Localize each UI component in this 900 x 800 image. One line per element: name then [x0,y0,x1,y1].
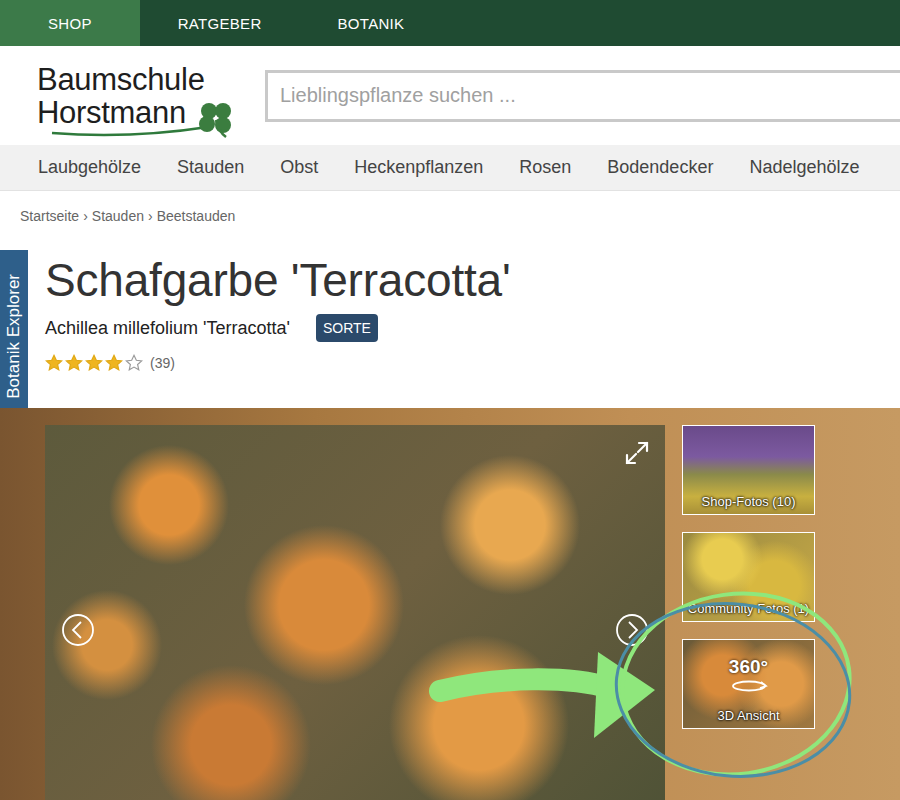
product-subtitle-row: Achillea millefolium 'Terracotta' SORTE [45,314,900,342]
thumbnail[interactable]: Shop-Fotos (10) [682,425,815,515]
previous-arrow-icon[interactable] [61,613,95,647]
top-nav-label[interactable]: BOTANIK [338,15,405,32]
thumbnail[interactable]: 360° 3D Ansicht [682,639,815,729]
search-input[interactable] [265,70,900,122]
view-360-badge[interactable]: 360° [683,656,814,693]
star-icon [45,354,63,372]
botanik-explorer-tab[interactable]: Botanik Explorer [0,250,28,422]
star-icon [65,354,83,372]
star-row[interactable] [45,354,143,372]
top-nav-tab[interactable]: RATGEBER [140,0,300,46]
view-360-text[interactable]: 360° [729,656,768,678]
product-header: Schafgarbe 'Terracotta' Achillea millefol… [0,245,900,408]
breadcrumb-separator: › [83,208,88,245]
star-icon [85,354,103,372]
breadcrumb-link[interactable]: Stauden [92,208,144,245]
breadcrumb-link[interactable]: Beetstauden [157,208,236,245]
category-link[interactable]: Laubgehölze [38,157,141,178]
rating[interactable]: (39) [45,354,900,372]
thumbnail-label[interactable]: 3D Ansicht [713,708,783,728]
top-nav-label[interactable]: SHOP [48,15,92,32]
rotate-icon [727,679,771,693]
category-link[interactable]: Nadelgehölze [749,157,859,178]
search-bar [265,70,900,122]
category-link[interactable]: Bodendecker [607,157,713,178]
logo[interactable]: BaumschuleHorstmann [0,63,265,129]
sorte-badge: SORTE [316,314,378,342]
star-icon [105,354,123,372]
logo-text[interactable]: Baumschule [37,63,265,96]
thumbnail-label[interactable]: Community Fotos (1) [684,601,813,621]
breadcrumb: Startseite›Stauden›Beetstauden [0,191,900,245]
side-tab-label[interactable]: Botanik Explorer [4,274,24,399]
category-nav: Laubgehölze Stauden Obst Heckenpflanzen Rose… [0,145,900,191]
thumbnail[interactable]: Community Fotos (1) [682,532,815,622]
rating-count[interactable]: (39) [150,355,175,371]
breadcrumb-separator: › [148,208,153,245]
botanical-name: Achillea millefolium 'Terracotta' [45,318,290,339]
main-photo[interactable] [45,425,665,800]
category-link[interactable]: Heckenpflanzen [354,157,483,178]
category-link[interactable]: Obst [280,157,318,178]
expand-icon[interactable] [623,439,651,467]
category-link[interactable]: Stauden [177,157,244,178]
next-arrow-icon[interactable] [615,613,649,647]
swoosh-icon [50,125,210,137]
gallery: Shop-Fotos (10) Community Fotos (1) 360° 3D… [0,408,900,800]
top-nav-tab[interactable]: SHOP [0,0,140,46]
thumbnail-list: Shop-Fotos (10) Community Fotos (1) 360° 3D… [682,425,815,800]
category-link[interactable]: Rosen [519,157,571,178]
top-nav: SHOP RATGEBER BOTANIK [0,0,900,46]
top-nav-tab[interactable]: BOTANIK [300,0,443,46]
product-title: Schafgarbe 'Terracotta' [45,252,900,308]
thumbnail-label[interactable]: Shop-Fotos (10) [698,494,800,514]
annotation-arrow-icon [0,408,900,800]
clover-icon [196,99,236,139]
top-nav-label[interactable]: RATGEBER [178,15,262,32]
header: BaumschuleHorstmann [0,46,900,145]
star-icon [125,354,143,372]
breadcrumb-link[interactable]: Startseite [20,208,79,245]
